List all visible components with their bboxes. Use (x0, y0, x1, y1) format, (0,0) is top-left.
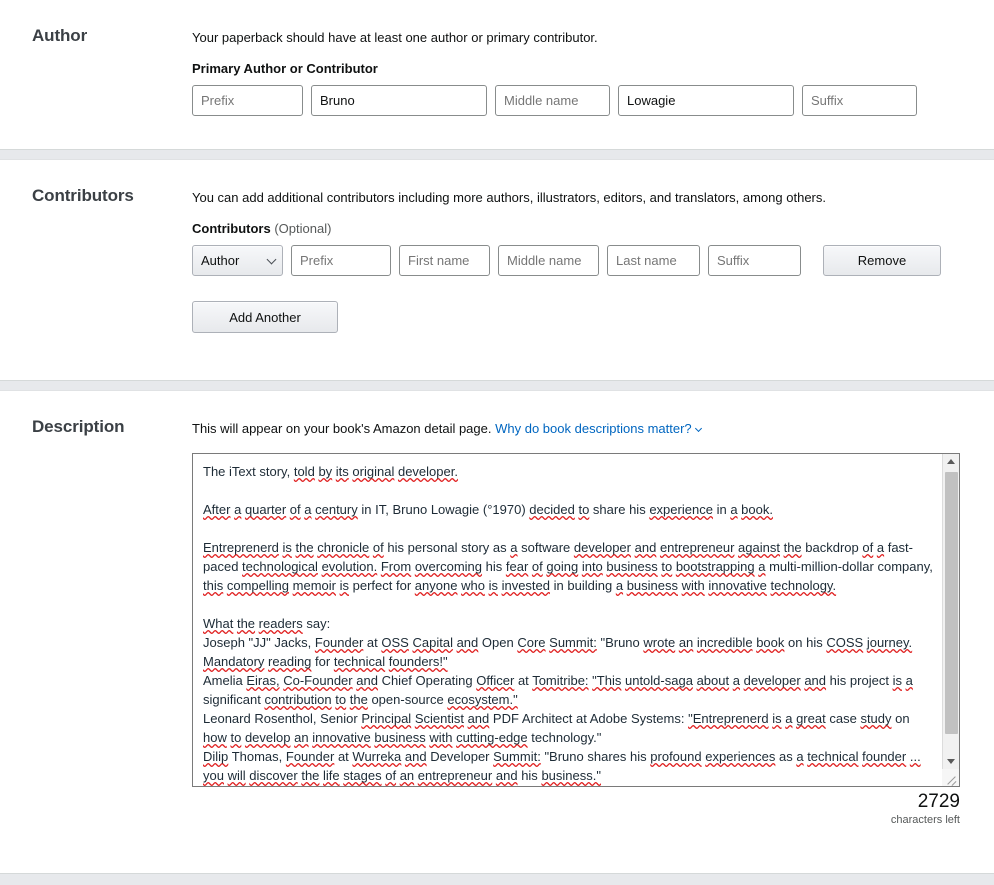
author-section-label-col: Author (0, 0, 192, 116)
description-textarea-wrapper[interactable]: The iText story, told by its original de… (192, 453, 960, 787)
description-helper-text: This will appear on your book's Amazon d… (192, 419, 962, 438)
scroll-up-arrow-icon[interactable] (943, 454, 959, 470)
card-gap-1 (0, 150, 994, 159)
kdp-book-details-page: Author Your paperback should have at lea… (0, 0, 994, 885)
contributors-section-body: You can add additional contributors incl… (192, 160, 994, 333)
author-middle-name-input[interactable] (495, 85, 610, 116)
contributors-optional-text: (Optional) (274, 221, 332, 236)
primary-author-field-row (192, 85, 962, 116)
description-section: Description This will appear on your boo… (0, 390, 994, 874)
description-textarea[interactable]: The iText story, told by its original de… (193, 454, 943, 786)
contributors-section-title: Contributors (32, 186, 134, 205)
scrollbar-thumb[interactable] (945, 472, 958, 734)
author-suffix-input[interactable] (802, 85, 917, 116)
description-helper-sentence: This will appear on your book's Amazon d… (192, 421, 492, 436)
textarea-resize-grip[interactable] (942, 769, 959, 786)
add-another-button[interactable]: Add Another (192, 301, 338, 333)
author-section: Author Your paperback should have at lea… (0, 0, 994, 150)
characters-left-value: 2729 (917, 791, 960, 812)
contributors-section: Contributors You can add additional cont… (0, 159, 994, 381)
contributor-field-row: Author Remove (192, 245, 962, 276)
contributors-label-text: Contributors (192, 221, 271, 236)
contributor-middle-name-input[interactable] (498, 245, 599, 276)
why-descriptions-matter-link[interactable]: Why do book descriptions matter? (495, 421, 692, 436)
card-gap-2 (0, 381, 994, 390)
description-section-body: This will appear on your book's Amazon d… (192, 391, 994, 827)
contributor-suffix-input[interactable] (708, 245, 801, 276)
author-first-name-input[interactable] (311, 85, 487, 116)
contributor-first-name-input[interactable] (399, 245, 490, 276)
contributor-role-select-wrap: Author (192, 245, 283, 276)
contributors-section-label-col: Contributors (0, 160, 192, 333)
contributors-helper-text: You can add additional contributors incl… (192, 190, 826, 205)
contributor-last-name-input[interactable] (607, 245, 700, 276)
author-helper-text: Your paperback should have at least one … (192, 30, 598, 45)
characters-left-label: characters left (890, 814, 960, 826)
character-counter: 2729 characters left (192, 787, 960, 827)
contributor-prefix-input[interactable] (291, 245, 391, 276)
contributor-role-select[interactable]: Author (192, 245, 283, 276)
remove-contributor-button[interactable]: Remove (823, 245, 941, 276)
author-last-name-input[interactable] (618, 85, 794, 116)
add-another-row: Add Another (192, 301, 962, 333)
author-prefix-input[interactable] (192, 85, 303, 116)
description-section-label-col: Description (0, 391, 192, 827)
contributors-label: Contributors (Optional) (192, 221, 962, 236)
description-section-title: Description (32, 417, 125, 436)
author-section-title: Author (32, 26, 88, 45)
description-scrollbar[interactable] (942, 454, 959, 786)
scroll-down-arrow-icon[interactable] (943, 753, 959, 769)
primary-author-label: Primary Author or Contributor (192, 61, 378, 76)
author-section-body: Your paperback should have at least one … (192, 0, 994, 116)
chevron-down-icon (694, 424, 702, 433)
